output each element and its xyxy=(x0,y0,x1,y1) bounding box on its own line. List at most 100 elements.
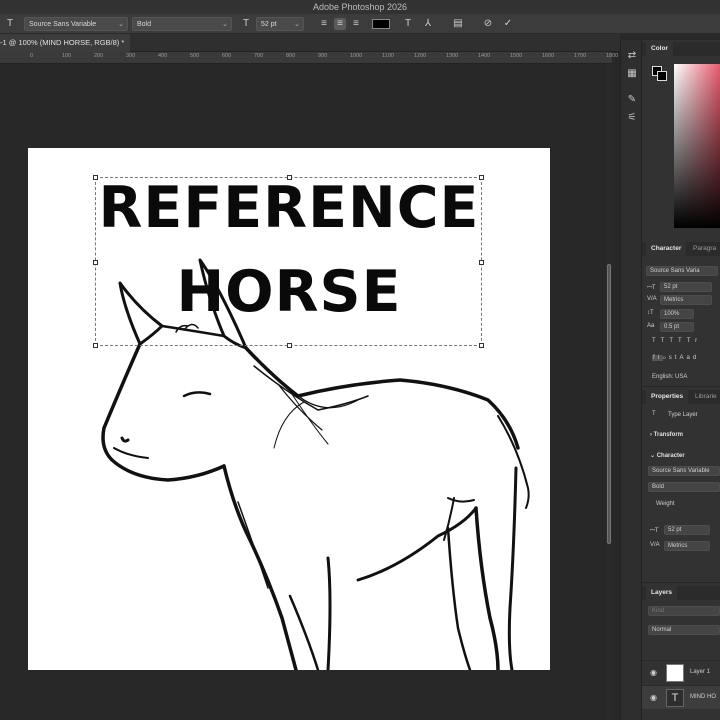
opentype-buttons[interactable]: fiℴstAad xyxy=(652,354,718,361)
blend-mode-dropdown[interactable]: Normal xyxy=(648,625,720,635)
chevron-down-icon: ⌄ xyxy=(222,21,228,28)
app-title: Adobe Photoshop 2026 xyxy=(312,2,408,12)
vertical-scale-value: 100% xyxy=(664,311,680,317)
ruler-tick-label: 100 xyxy=(62,53,72,59)
document-tab-label: -1 @ 100% (MIND HORSE, RGB/8) * xyxy=(0,38,125,47)
tab-layers[interactable]: Layers xyxy=(646,586,677,600)
panel-icon-strip: ⇄ ▦ ✎ ⚟ xyxy=(620,40,642,720)
baseline-shift-icon: Aa xyxy=(647,323,655,329)
character-font-value: Source Sans Varia xyxy=(650,268,700,274)
horizontal-ruler[interactable]: 0 100 200 300 400 500 600 700 800 900 1000 1100 1200… xyxy=(0,52,618,64)
kerning-value: Metrics xyxy=(664,297,684,303)
layer-name: Layer 1 xyxy=(690,669,711,675)
stylistic-alternates-button[interactable]: ad xyxy=(686,355,699,361)
font-style-dropdown[interactable]: Bold ⌄ xyxy=(132,17,232,31)
vertical-scale-field[interactable]: 100% xyxy=(660,309,694,319)
small-caps-button[interactable]: Tr xyxy=(687,338,702,344)
character-section-header[interactable]: ⌄ Character xyxy=(650,452,685,459)
scrollbar-thumb[interactable] xyxy=(607,264,611,544)
visibility-eye-icon[interactable]: ◉ xyxy=(650,668,657,677)
history-icon[interactable]: ⇄ xyxy=(626,50,638,62)
layer-row[interactable]: ◉ T MIND HO xyxy=(642,685,720,709)
align-right-icon[interactable]: ≡ xyxy=(350,18,362,30)
ruler-tick-label: 800 xyxy=(286,53,296,59)
ruler-tick-label: 1800 xyxy=(606,53,619,59)
tab-character[interactable]: Character xyxy=(646,242,687,256)
glyphs-icon[interactable]: ⅄ xyxy=(422,18,434,30)
background-color-swatch[interactable] xyxy=(657,71,667,81)
vertical-scrollbar[interactable] xyxy=(606,64,612,720)
visibility-eye-icon[interactable]: ◉ xyxy=(650,693,657,702)
ruler-tick-label: 1600 xyxy=(542,53,555,59)
character-size-value: 52 pt xyxy=(664,284,678,290)
character-font-dropdown[interactable]: Source Sans Varia xyxy=(646,266,718,276)
color-panel-tabs: Color xyxy=(642,42,720,56)
cancel-icon[interactable]: ⊘ xyxy=(482,18,494,30)
document-tab[interactable]: -1 @ 100% (MIND HORSE, RGB/8) * xyxy=(0,34,131,52)
character-size-dropdown[interactable]: 52 pt xyxy=(660,282,712,292)
blend-mode-value: Normal xyxy=(652,627,672,633)
right-panels: Color Character Paragra Source Sans Vari… xyxy=(642,40,720,720)
grid-icon[interactable]: ▦ xyxy=(626,68,638,80)
faux-bold-button[interactable]: T xyxy=(652,338,661,344)
weight-label: Weight xyxy=(656,501,675,507)
adjustments-icon[interactable]: ⚟ xyxy=(626,112,638,124)
ligatures-button[interactable]: fi xyxy=(652,355,663,361)
ruler-tick-label: 700 xyxy=(254,53,264,59)
baseline-shift-field[interactable]: 0.5 pt xyxy=(660,322,694,332)
properties-panel-tabs: Properties Librarie xyxy=(642,390,720,404)
tab-properties[interactable]: Properties xyxy=(646,390,689,404)
properties-kerning-dropdown[interactable]: Metrics xyxy=(664,541,710,551)
warp-text-icon[interactable]: T xyxy=(402,18,414,30)
ruler-tick-label: 500 xyxy=(190,53,200,59)
text-color-swatch[interactable] xyxy=(372,19,390,29)
type-tool-icon[interactable]: T xyxy=(4,18,16,30)
transform-section-header[interactable]: › Transform xyxy=(650,432,683,438)
font-family-dropdown[interactable]: Source Sans Variable ⌄ xyxy=(24,17,128,31)
chevron-down-icon: ⌄ xyxy=(650,453,657,459)
properties-font-dropdown[interactable]: Source Sans Variable xyxy=(648,466,720,476)
title-bar: Adobe Photoshop 2026 xyxy=(0,0,720,14)
properties-style-dropdown[interactable]: Bold xyxy=(648,482,720,492)
color-picker-field[interactable] xyxy=(674,64,720,228)
brush-icon[interactable]: ✎ xyxy=(626,94,638,106)
properties-size-dropdown[interactable]: 52 pt xyxy=(664,525,710,535)
align-center-icon[interactable]: ≡ xyxy=(334,18,346,30)
options-bar: T Source Sans Variable ⌄ Bold ⌄ T 52 pt ⌄ ≡… xyxy=(0,14,720,34)
language-label[interactable]: English: USA xyxy=(652,374,687,380)
ruler-tick-label: 0 xyxy=(30,53,34,59)
layer-name: MIND HO xyxy=(690,694,716,700)
panels-toggle-icon[interactable]: ▤ xyxy=(452,18,464,30)
artboard[interactable]: REFERENCE HORSE xyxy=(28,148,550,670)
kerning-icon: V/A xyxy=(647,296,657,302)
properties-size-icon: ꟷT xyxy=(650,528,659,534)
tab-libraries[interactable]: Librarie xyxy=(690,390,720,404)
type-layer-icon: T xyxy=(652,411,656,417)
align-left-icon[interactable]: ≡ xyxy=(318,18,330,30)
character-panel-tabs: Character Paragra xyxy=(642,242,720,256)
all-caps-button[interactable]: TT xyxy=(669,338,686,344)
layer-row[interactable]: ◉ Layer 1 xyxy=(642,660,720,684)
layers-search-input[interactable]: Kind xyxy=(648,606,720,616)
tab-color[interactable]: Color xyxy=(646,42,673,56)
panel-divider xyxy=(642,582,720,583)
ruler-tick-label: 400 xyxy=(158,53,168,59)
commit-check-icon[interactable]: ✓ xyxy=(502,18,514,30)
canvas-text-line-1: REFERENCE xyxy=(98,175,480,241)
ruler-tick-label: 300 xyxy=(126,53,136,59)
font-size-dropdown[interactable]: 52 pt ⌄ xyxy=(256,17,304,31)
font-size-value: 52 pt xyxy=(261,21,277,28)
ruler-tick-label: 1200 xyxy=(414,53,427,59)
ruler-tick-label: 1100 xyxy=(382,53,394,59)
canvas-text-layer[interactable]: REFERENCE HORSE xyxy=(28,166,550,334)
properties-style-value: Bold xyxy=(652,484,665,490)
properties-kerning-value: Metrics xyxy=(668,543,688,549)
ruler-tick-label: 1500 xyxy=(510,53,523,59)
discretionary-ligatures-button[interactable]: st xyxy=(669,355,680,361)
vertical-scale-icon: ↕T xyxy=(647,310,654,316)
tab-paragraph[interactable]: Paragra xyxy=(688,242,720,256)
document-tab-bar: -1 @ 100% (MIND HORSE, RGB/8) * xyxy=(0,34,620,52)
kerning-dropdown[interactable]: Metrics xyxy=(660,295,712,305)
panel-divider xyxy=(642,386,720,387)
character-style-buttons[interactable]: TTTTTr xyxy=(652,338,718,344)
